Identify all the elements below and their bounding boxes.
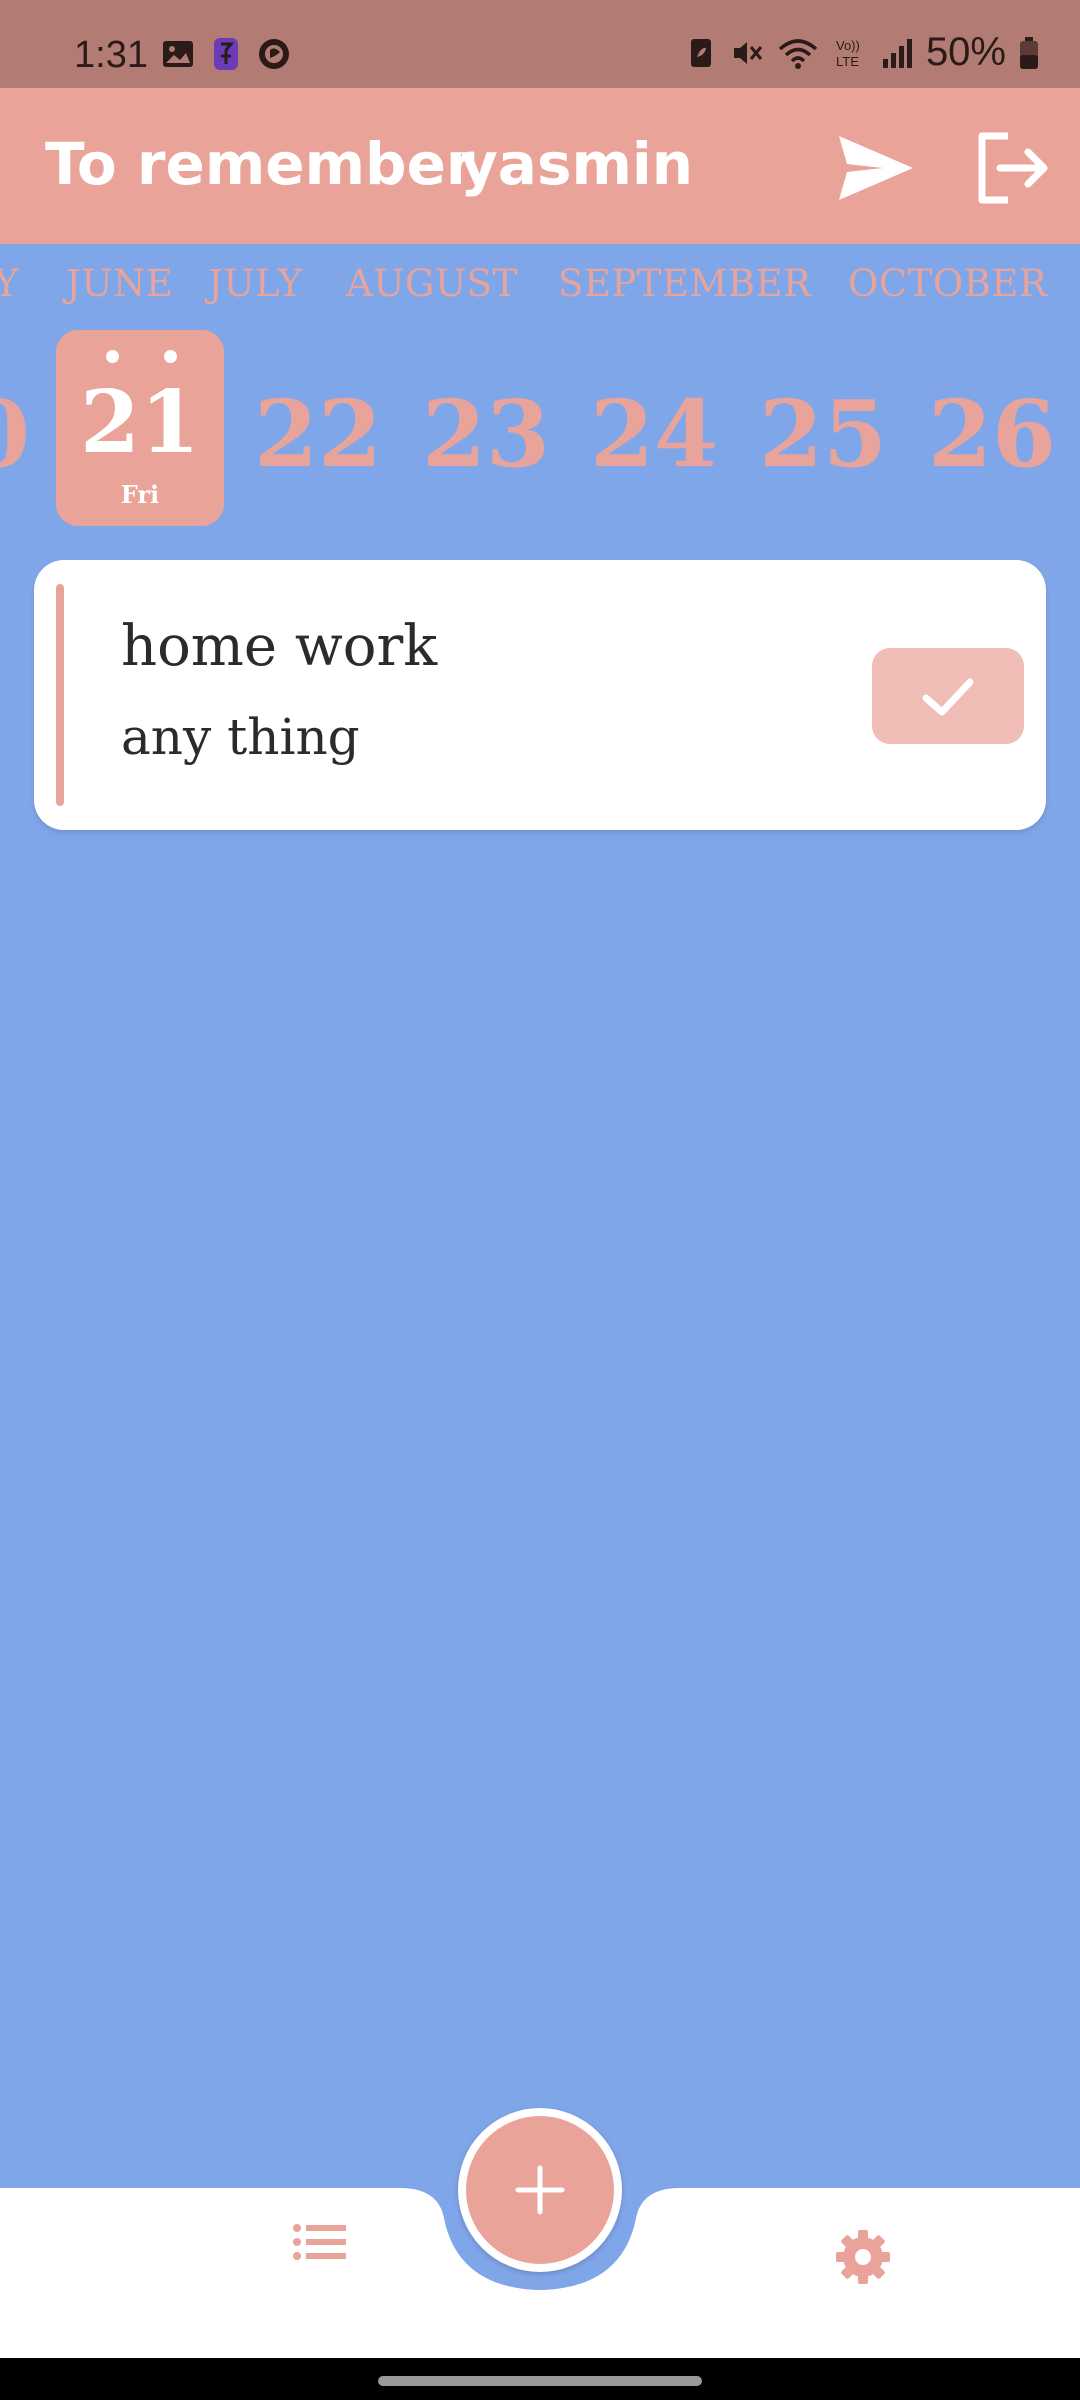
complete-task-button[interactable] [872, 648, 1024, 744]
date-23[interactable]: 23 [422, 380, 550, 488]
month-august[interactable]: AUGUST [346, 262, 518, 305]
date-22[interactable]: 22 [254, 380, 382, 488]
selected-weekday: Fri [120, 480, 160, 509]
status-bar: 1:31 Vo)) LTE 50% [0, 0, 1080, 88]
add-icon [515, 2165, 565, 2215]
task-color-stripe [56, 584, 64, 806]
month-september[interactable]: SEPTEMBER [558, 262, 811, 305]
month-partial[interactable]: Y [0, 262, 18, 305]
signal-icon [882, 38, 912, 68]
event-dots [106, 350, 177, 364]
date-selected[interactable]: 21 Fri [56, 330, 224, 526]
user-name: yasmin [460, 130, 694, 198]
wifi-icon [778, 38, 818, 69]
volte-icon: Vo)) LTE [836, 38, 860, 69]
task-title: home work [121, 614, 438, 679]
task-card[interactable]: home work any thing [34, 560, 1046, 830]
gallery-icon [163, 41, 193, 67]
battery-icon [1020, 36, 1038, 69]
phone-app-icon [259, 39, 289, 69]
mute-icon [733, 41, 763, 64]
battery-percent: 50% [925, 30, 1006, 74]
app-title: To remember [45, 130, 475, 198]
app-bar: To remember yasmin [0, 88, 1080, 244]
battery-saver-icon [690, 38, 711, 67]
month-october[interactable]: OCTOBER [848, 262, 1047, 305]
gesture-nav-area [0, 2358, 1080, 2400]
date-26[interactable]: 26 [928, 380, 1056, 488]
task-description: any thing [121, 708, 360, 766]
settings-icon[interactable] [834, 2228, 892, 2286]
svg-text:LTE: LTE [836, 54, 859, 69]
send-icon[interactable] [835, 128, 917, 208]
date-25[interactable]: 25 [759, 380, 887, 488]
gesture-handle[interactable] [378, 2376, 702, 2386]
add-task-button[interactable] [458, 2108, 622, 2272]
selected-day-number: 21 [80, 372, 200, 473]
status-time: 1:31 [74, 34, 148, 76]
check-icon [922, 678, 974, 716]
status-left-icons [160, 36, 292, 72]
date-partial[interactable]: 0 [0, 380, 30, 488]
app-notification-icon [214, 38, 238, 70]
month-june[interactable]: JUNE [66, 262, 173, 305]
month-july[interactable]: JULY [208, 262, 303, 305]
date-24[interactable]: 24 [590, 380, 718, 488]
list-icon[interactable] [292, 2222, 348, 2262]
svg-text:Vo)): Vo)) [836, 38, 860, 53]
logout-icon[interactable] [972, 128, 1052, 208]
status-right-icons: Vo)) LTE 50% [686, 30, 1040, 75]
